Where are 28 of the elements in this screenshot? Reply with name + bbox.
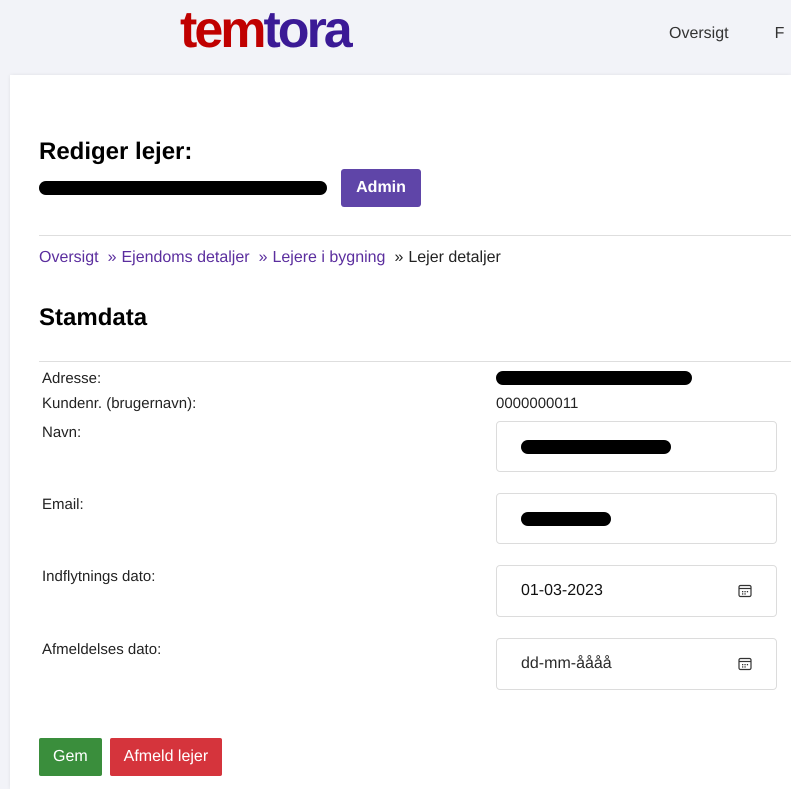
customer-number: 0000000011 bbox=[496, 395, 578, 412]
date-field[interactable]: 01-03-2023 bbox=[496, 565, 777, 617]
logo[interactable]: temtora bbox=[180, 4, 350, 56]
field-label: Afmeldelses dato: bbox=[41, 640, 162, 660]
breadcrumb-separator: » bbox=[108, 248, 116, 268]
breadcrumb-link[interactable]: Oversigt bbox=[39, 246, 99, 270]
nav-link[interactable]: F bbox=[774, 22, 784, 46]
breadcrumb-current: Lejer detaljer bbox=[408, 248, 501, 268]
section-title: Stamdata bbox=[39, 303, 148, 333]
breadcrumb-separator: » bbox=[394, 248, 404, 268]
field-label: Adresse: bbox=[41, 369, 102, 387]
field-label: Navn: bbox=[41, 423, 82, 443]
admin-button[interactable]: Admin bbox=[341, 169, 421, 207]
input-field[interactable] bbox=[496, 421, 777, 472]
calendar-icon[interactable] bbox=[738, 584, 752, 598]
action-button[interactable]: Gem bbox=[39, 738, 102, 776]
page-title: Rediger lejer: bbox=[39, 137, 194, 167]
field-label: Kundenr. (brugernavn): bbox=[41, 394, 198, 412]
field-label: Email: bbox=[41, 495, 85, 515]
field-label: Indflytnings dato: bbox=[41, 567, 156, 587]
nav-link[interactable]: Oversigt bbox=[669, 22, 729, 46]
breadcrumb-link[interactable]: Ejendoms detaljer bbox=[121, 246, 250, 270]
calendar-icon[interactable] bbox=[738, 657, 752, 671]
input-field[interactable] bbox=[496, 493, 777, 544]
action-button[interactable]: Afmeld lejer bbox=[110, 738, 222, 776]
breadcrumb-link[interactable]: Lejere i bygning bbox=[272, 246, 386, 270]
date-field[interactable]: dd-mm-åååå bbox=[496, 638, 777, 690]
breadcrumb-separator: » bbox=[258, 248, 268, 268]
